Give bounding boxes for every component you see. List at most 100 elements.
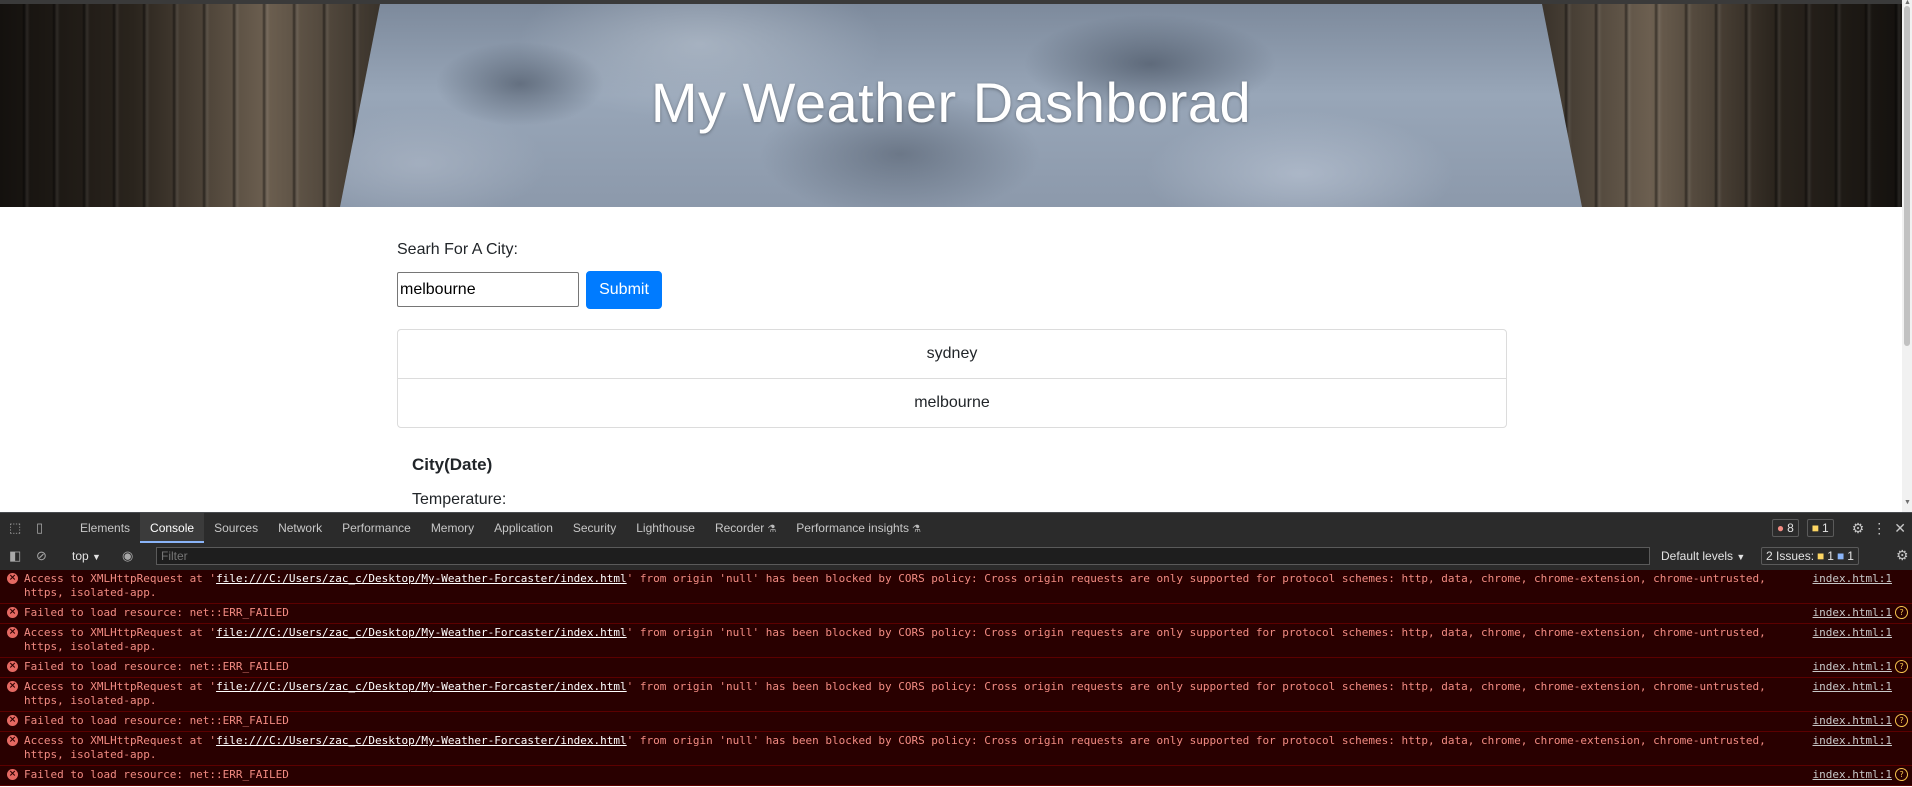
inspect-element-icon[interactable]: ⬚ bbox=[9, 520, 21, 536]
issues-button[interactable]: 2 Issues: ■ 1 ■ 1 bbox=[1761, 547, 1859, 565]
warning-icon: ■ bbox=[1817, 549, 1825, 563]
message-source-link[interactable]: index.html:1 bbox=[1813, 660, 1892, 674]
warning-count: 1 bbox=[1822, 521, 1829, 535]
history-item-sydney[interactable]: sydney bbox=[398, 330, 1506, 378]
settings-gear-icon[interactable]: ⚙ bbox=[1852, 520, 1865, 537]
console-settings-gear-icon[interactable]: ⚙ bbox=[1896, 547, 1909, 564]
submit-button[interactable]: Submit bbox=[586, 271, 662, 309]
error-icon: × bbox=[7, 715, 18, 726]
console-error-message: × Access to XMLHttpRequest at 'file:///C:… bbox=[0, 570, 1912, 604]
message-file-link[interactable]: file:///C:/Users/zac_c/Desktop/My-Weathe… bbox=[216, 680, 627, 693]
tab-network[interactable]: Network bbox=[268, 513, 332, 543]
tab-recorder-label: Recorder bbox=[714, 521, 765, 535]
message-source-link[interactable]: index.html:1 bbox=[1813, 680, 1892, 694]
search-history-list: sydney melbourne bbox=[397, 329, 1507, 428]
message-file-link[interactable]: file:///C:/Users/zac_c/Desktop/My-Weathe… bbox=[216, 572, 627, 585]
device-toolbar-icon[interactable]: ▯ bbox=[36, 520, 43, 536]
message-text: Failed to load resource: net::ERR_FAILED bbox=[24, 660, 289, 673]
message-text: Failed to load resource: net::ERR_FAILED bbox=[24, 768, 289, 781]
live-expression-eye-icon[interactable]: ◉ bbox=[122, 548, 133, 564]
more-options-icon[interactable]: ⋮ bbox=[1872, 520, 1886, 537]
console-error-message: × Access to XMLHttpRequest at 'file:///C:… bbox=[0, 678, 1912, 712]
console-error-message: × Failed to load resource: net::ERR_FAILE… bbox=[0, 712, 1912, 732]
message-source-link[interactable]: index.html:1 bbox=[1813, 734, 1892, 748]
issues-warning-count: 1 bbox=[1827, 549, 1834, 563]
tab-performance-insights[interactable]: Performance insights ⚗ bbox=[786, 513, 931, 543]
experiment-flask-icon: ⚗ bbox=[767, 524, 777, 535]
message-source-link[interactable]: index.html:1 bbox=[1813, 626, 1892, 640]
tab-performance-insights-label: Performance insights bbox=[796, 521, 909, 535]
message-text: Failed to load resource: net::ERR_FAILED bbox=[24, 714, 289, 727]
sidebar-toggle-icon[interactable]: ◧ bbox=[9, 548, 21, 564]
devtools-panel: ⬚ ▯ Elements Console Sources Network Per… bbox=[0, 512, 1912, 786]
scroll-down-arrow-icon[interactable]: ▼ bbox=[1904, 499, 1911, 506]
message-text: Failed to load resource: net::ERR_FAILED bbox=[24, 606, 289, 619]
console-filter-input[interactable] bbox=[156, 547, 1650, 565]
clear-console-icon[interactable]: ⊘ bbox=[36, 548, 47, 564]
page-scrollbar[interactable]: ▲ ▼ bbox=[1902, 0, 1912, 512]
city-search-input[interactable] bbox=[397, 272, 579, 307]
network-request-icon[interactable]: ? bbox=[1895, 606, 1908, 619]
console-error-message: × Failed to load resource: net::ERR_FAILE… bbox=[0, 658, 1912, 678]
message-file-link[interactable]: file:///C:/Users/zac_c/Desktop/My-Weathe… bbox=[216, 626, 627, 639]
devtools-tabs: Elements Console Sources Network Perform… bbox=[70, 513, 931, 543]
console-error-message: × Failed to load resource: net::ERR_FAILE… bbox=[0, 766, 1912, 786]
page-viewport: My Weather Dashborad Searh For A City: S… bbox=[0, 0, 1912, 512]
tab-lighthouse[interactable]: Lighthouse bbox=[626, 513, 705, 543]
history-item-melbourne[interactable]: melbourne bbox=[398, 378, 1506, 427]
info-icon: ■ bbox=[1836, 549, 1845, 563]
search-label: Searh For A City: bbox=[397, 241, 518, 258]
console-error-message: × Failed to load resource: net::ERR_FAILE… bbox=[0, 604, 1912, 624]
message-source-link[interactable]: index.html:1 bbox=[1813, 606, 1892, 620]
message-source-link[interactable]: index.html:1 bbox=[1813, 714, 1892, 728]
dropdown-arrow-icon: ▼ bbox=[92, 552, 101, 562]
error-icon: × bbox=[7, 573, 18, 584]
tab-console[interactable]: Console bbox=[140, 513, 205, 543]
message-text: Access to XMLHttpRequest at ' bbox=[24, 680, 217, 693]
error-icon: × bbox=[7, 607, 18, 618]
tab-security[interactable]: Security bbox=[563, 513, 626, 543]
console-toolbar: ◧ ⊘ top ▼ ◉ Default levels ▼ 2 Issues: ■… bbox=[0, 543, 1912, 571]
warning-count-badge[interactable]: ■ 1 bbox=[1806, 519, 1834, 537]
log-levels-dropdown[interactable]: Default levels ▼ bbox=[1661, 549, 1745, 563]
message-file-link[interactable]: file:///C:/Users/zac_c/Desktop/My-Weathe… bbox=[216, 734, 627, 747]
warning-icon: ■ bbox=[1811, 521, 1820, 535]
error-count-badge[interactable]: ● 8 bbox=[1771, 519, 1799, 537]
context-value: top bbox=[72, 549, 89, 563]
error-count: 8 bbox=[1787, 521, 1794, 535]
error-icon: × bbox=[7, 661, 18, 672]
issues-label: 2 Issues: bbox=[1766, 549, 1815, 563]
devtools-tab-bar: ⬚ ▯ Elements Console Sources Network Per… bbox=[0, 513, 1912, 544]
context-select[interactable]: top ▼ bbox=[72, 549, 101, 563]
issues-info-count: 1 bbox=[1847, 549, 1854, 563]
scrollbar-thumb[interactable] bbox=[1904, 6, 1910, 346]
tab-elements[interactable]: Elements bbox=[70, 513, 140, 543]
close-devtools-icon[interactable]: ✕ bbox=[1894, 520, 1906, 537]
tab-memory[interactable]: Memory bbox=[421, 513, 484, 543]
tab-performance[interactable]: Performance bbox=[332, 513, 421, 543]
error-icon: × bbox=[7, 681, 18, 692]
devtools-right-toolbar: ● 8 ■ 1 ⚙ ⋮ ✕ bbox=[1771, 519, 1906, 537]
experiment-flask-icon: ⚗ bbox=[912, 524, 921, 535]
console-error-message: × Access to XMLHttpRequest at 'file:///C:… bbox=[0, 732, 1912, 766]
error-icon: × bbox=[7, 735, 18, 746]
error-icon: × bbox=[7, 769, 18, 780]
hero-banner: My Weather Dashborad bbox=[0, 4, 1902, 207]
network-request-icon[interactable]: ? bbox=[1895, 714, 1908, 727]
message-source-link[interactable]: index.html:1 bbox=[1813, 768, 1892, 782]
tab-sources[interactable]: Sources bbox=[204, 513, 268, 543]
error-icon: × bbox=[7, 627, 18, 638]
console-output: × Access to XMLHttpRequest at 'file:///C:… bbox=[0, 570, 1912, 787]
error-icon: ● bbox=[1776, 521, 1785, 535]
tab-recorder[interactable]: Recorder ⚗ bbox=[705, 513, 786, 543]
network-request-icon[interactable]: ? bbox=[1895, 768, 1908, 781]
log-levels-label: Default levels bbox=[1661, 549, 1734, 563]
network-request-icon[interactable]: ? bbox=[1895, 660, 1908, 673]
message-source-link[interactable]: index.html:1 bbox=[1813, 572, 1892, 586]
temperature-label: Temperature: bbox=[412, 491, 507, 508]
console-error-message: × Access to XMLHttpRequest at 'file:///C:… bbox=[0, 624, 1912, 658]
city-date-heading: City(Date) bbox=[412, 455, 493, 474]
tab-application[interactable]: Application bbox=[484, 513, 563, 543]
message-text: Access to XMLHttpRequest at ' bbox=[24, 572, 217, 585]
message-text: Access to XMLHttpRequest at ' bbox=[24, 626, 217, 639]
